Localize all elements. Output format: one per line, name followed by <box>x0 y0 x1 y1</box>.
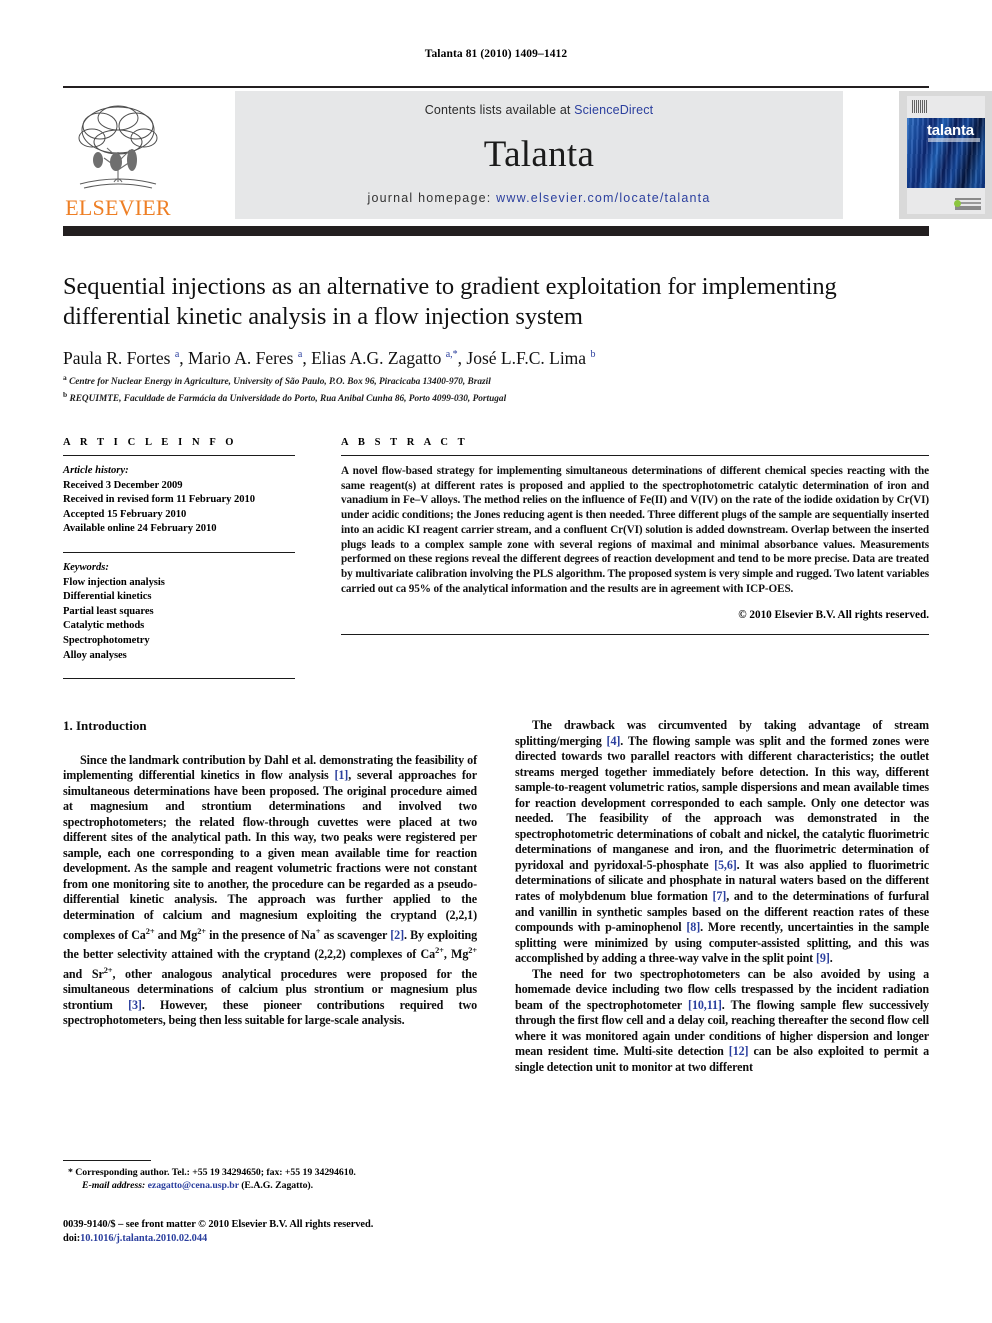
sciencedirect-link[interactable]: ScienceDirect <box>574 103 653 117</box>
article-info-column: A R T I C L E I N F O Article history: R… <box>63 437 295 687</box>
abstract-heading: A B S T R A C T <box>341 437 469 448</box>
keyword-item: Partial least squares <box>63 605 154 617</box>
doi-link[interactable]: 10.1016/j.talanta.2010.02.044 <box>80 1233 207 1244</box>
affiliation-b-text: REQUIMTE, Faculdade de Farmácia da Unive… <box>69 393 507 404</box>
page-title: Sequential injections as an alternative … <box>63 273 837 330</box>
affiliation-a-text: Centre for Nuclear Energy in Agriculture… <box>69 377 491 388</box>
article-info-heading: A R T I C L E I N F O <box>63 437 238 448</box>
journal-cover-thumbnail: talanta <box>899 91 992 219</box>
footnote-rule <box>63 1160 151 1161</box>
info-abstract-panel: A R T I C L E I N F O Article history: R… <box>63 437 929 681</box>
keywords-label: Keywords: <box>63 561 109 573</box>
history-item: Available online 24 February 2010 <box>63 523 217 535</box>
abstract-text: A novel flow-based strategy for implemen… <box>341 465 929 595</box>
body-column-right: The drawback was circumvented by taking … <box>515 718 929 1076</box>
paragraph: The drawback was circumvented by taking … <box>515 718 930 966</box>
section-heading-introduction: 1. Introduction <box>63 718 147 733</box>
info-divider <box>63 455 295 456</box>
keyword-item: Differential kinetics <box>63 591 152 603</box>
keyword-item: Flow injection analysis <box>63 576 165 588</box>
keyword-item: Catalytic methods <box>63 620 145 632</box>
corresponding-author-line: * Corresponding author. Tel.: +55 19 342… <box>68 1167 356 1178</box>
masthead-top-rule <box>63 86 929 88</box>
journal-homepage-line: journal homepage: www.elsevier.com/locat… <box>235 191 843 205</box>
homepage-prefix: journal homepage: <box>367 191 492 205</box>
barcode-icon <box>912 100 928 113</box>
doi-label: doi: <box>63 1232 81 1244</box>
elsevier-tree-icon <box>78 105 158 189</box>
cover-subtitle-bar <box>928 138 980 142</box>
journal-title: Talanta <box>483 134 595 175</box>
email-link[interactable]: ezagatto@cena.usp.br <box>148 1180 239 1191</box>
affiliation-b: b REQUIMTE, Faculdade de Farmácia da Uni… <box>63 389 507 404</box>
article-history-label: Article history: <box>63 465 129 476</box>
keywords-divider <box>63 551 295 553</box>
paragraph: The need for two spectrophotometers can … <box>515 966 929 1075</box>
keyword-item: Alloy analyses <box>63 649 127 661</box>
abstract-copyright: © 2010 Elsevier B.V. All rights reserved… <box>738 609 929 622</box>
imprint-block: 0039-9140/$ – see front matter © 2010 El… <box>63 1218 493 1245</box>
paper-page: Talanta 81 (2010) 1409–1412 ELSEVIER Con… <box>0 0 992 1323</box>
abstract-bottom-divider <box>341 634 929 636</box>
email-label: E-mail address: <box>82 1179 146 1191</box>
cover-wordmark: talanta <box>927 122 974 139</box>
abstract-column: A B S T R A C T A novel flow-based strat… <box>341 437 929 643</box>
contents-prefix: Contents lists available at <box>424 103 575 117</box>
email-line: E-mail address: ezagatto@cena.usp.br (E.… <box>63 1180 477 1193</box>
cover-publisher-logo <box>954 198 981 210</box>
cover-inner: talanta <box>907 96 985 214</box>
issn-line: 0039-9140/$ – see front matter © 2010 El… <box>63 1219 374 1230</box>
corresponding-author-footnote: * Corresponding author. Tel.: +55 19 342… <box>63 1167 477 1192</box>
running-head: Talanta 81 (2010) 1409–1412 <box>424 48 568 60</box>
masthead-gray-band: Contents lists available at ScienceDirec… <box>235 91 843 219</box>
history-item: Received 3 December 2009 <box>63 479 183 491</box>
journal-masthead: ELSEVIER Contents lists available at Sci… <box>63 86 992 236</box>
history-item: Accepted 15 February 2010 <box>63 508 187 520</box>
elsevier-logo: ELSEVIER <box>63 91 173 219</box>
body-column-left: 1. Introduction Since the landmark contr… <box>63 718 477 1029</box>
contents-available-line: Contents lists available at ScienceDirec… <box>235 103 843 117</box>
abstract-divider <box>341 455 929 456</box>
affiliations: a Centre for Nuclear Energy in Agricultu… <box>63 372 929 405</box>
homepage-link[interactable]: www.elsevier.com/locate/talanta <box>496 191 710 205</box>
paragraph: Since the landmark contribution by Dahl … <box>63 752 478 1028</box>
history-item: Received in revised form 11 February 201… <box>63 494 255 506</box>
email-owner: (E.A.G. Zagatto). <box>241 1179 314 1191</box>
author-list: Paula R. Fortes a, Mario A. Feres a, Eli… <box>63 347 596 368</box>
keyword-item: Spectrophotometry <box>63 634 150 646</box>
info-bottom-divider <box>63 678 295 680</box>
masthead-bottom-rule <box>63 226 929 236</box>
affiliation-a: a Centre for Nuclear Energy in Agricultu… <box>63 373 491 388</box>
doi-line: doi:10.1016/j.talanta.2010.02.044 <box>63 1232 493 1246</box>
elsevier-wordmark: ELSEVIER <box>65 195 171 220</box>
